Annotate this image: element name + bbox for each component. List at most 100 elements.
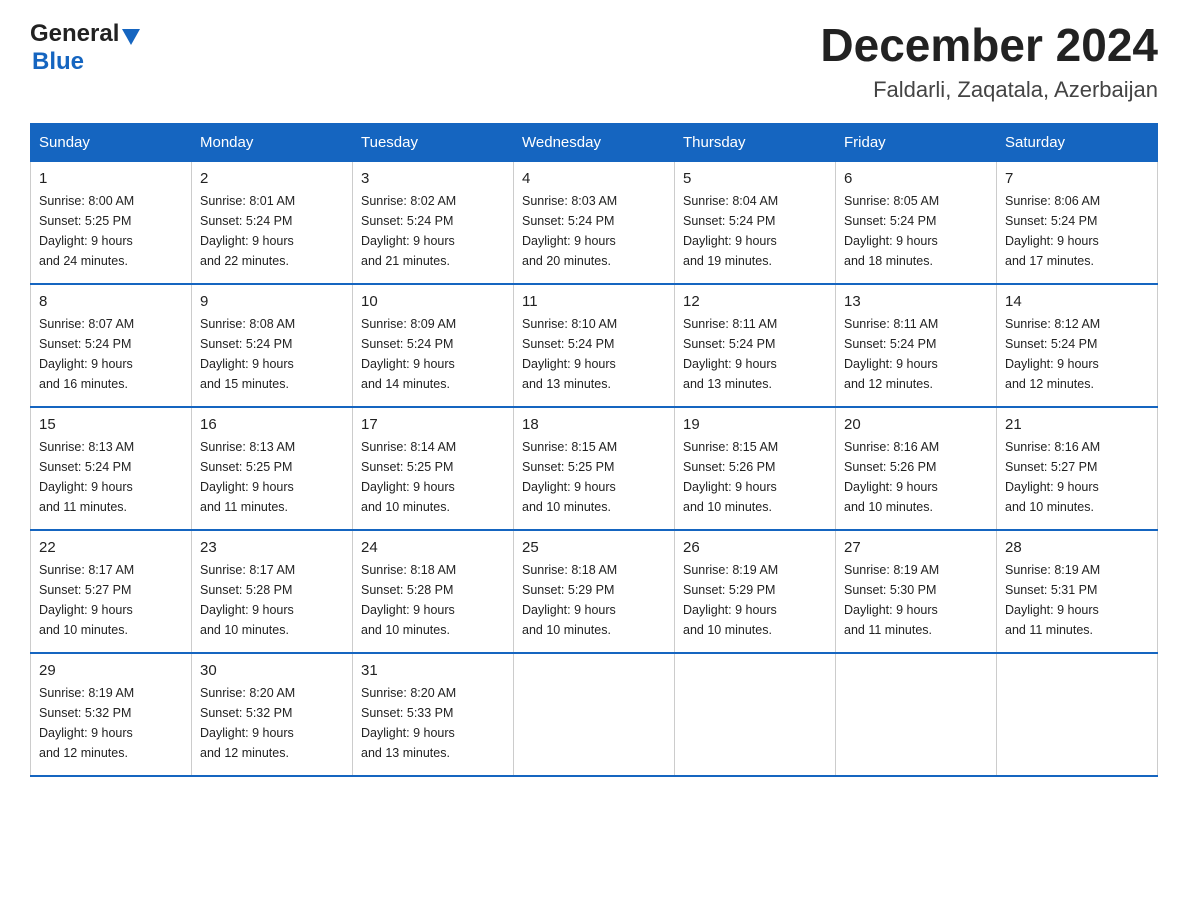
day-info: Sunrise: 8:02 AMSunset: 5:24 PMDaylight:… <box>361 194 456 268</box>
day-info: Sunrise: 8:19 AMSunset: 5:32 PMDaylight:… <box>39 686 134 760</box>
day-info: Sunrise: 8:16 AMSunset: 5:27 PMDaylight:… <box>1005 440 1100 514</box>
calendar-cell: 4 Sunrise: 8:03 AMSunset: 5:24 PMDayligh… <box>514 161 675 284</box>
calendar-cell: 9 Sunrise: 8:08 AMSunset: 5:24 PMDayligh… <box>192 284 353 407</box>
day-info: Sunrise: 8:19 AMSunset: 5:30 PMDaylight:… <box>844 563 939 637</box>
calendar-cell: 7 Sunrise: 8:06 AMSunset: 5:24 PMDayligh… <box>997 161 1158 284</box>
day-info: Sunrise: 8:07 AMSunset: 5:24 PMDaylight:… <box>39 317 134 391</box>
calendar-cell: 10 Sunrise: 8:09 AMSunset: 5:24 PMDaylig… <box>353 284 514 407</box>
calendar-cell: 25 Sunrise: 8:18 AMSunset: 5:29 PMDaylig… <box>514 530 675 653</box>
header-saturday: Saturday <box>997 123 1158 161</box>
header-sunday: Sunday <box>31 123 192 161</box>
calendar-cell: 28 Sunrise: 8:19 AMSunset: 5:31 PMDaylig… <box>997 530 1158 653</box>
calendar-cell <box>514 653 675 776</box>
day-number: 22 <box>39 539 183 556</box>
day-number: 16 <box>200 416 344 433</box>
calendar-week-row: 29 Sunrise: 8:19 AMSunset: 5:32 PMDaylig… <box>31 653 1158 776</box>
calendar-cell: 11 Sunrise: 8:10 AMSunset: 5:24 PMDaylig… <box>514 284 675 407</box>
day-number: 27 <box>844 539 988 556</box>
day-info: Sunrise: 8:14 AMSunset: 5:25 PMDaylight:… <box>361 440 456 514</box>
day-number: 28 <box>1005 539 1149 556</box>
day-number: 7 <box>1005 170 1149 187</box>
header-tuesday: Tuesday <box>353 123 514 161</box>
day-number: 2 <box>200 170 344 187</box>
day-number: 26 <box>683 539 827 556</box>
calendar-cell <box>675 653 836 776</box>
calendar-cell: 15 Sunrise: 8:13 AMSunset: 5:24 PMDaylig… <box>31 407 192 530</box>
day-number: 8 <box>39 293 183 310</box>
calendar-cell: 5 Sunrise: 8:04 AMSunset: 5:24 PMDayligh… <box>675 161 836 284</box>
day-info: Sunrise: 8:13 AMSunset: 5:25 PMDaylight:… <box>200 440 295 514</box>
calendar-cell: 29 Sunrise: 8:19 AMSunset: 5:32 PMDaylig… <box>31 653 192 776</box>
day-info: Sunrise: 8:00 AMSunset: 5:25 PMDaylight:… <box>39 194 134 268</box>
day-info: Sunrise: 8:08 AMSunset: 5:24 PMDaylight:… <box>200 317 295 391</box>
day-info: Sunrise: 8:17 AMSunset: 5:27 PMDaylight:… <box>39 563 134 637</box>
day-number: 21 <box>1005 416 1149 433</box>
calendar-header-row: SundayMondayTuesdayWednesdayThursdayFrid… <box>31 123 1158 161</box>
calendar-cell: 1 Sunrise: 8:00 AMSunset: 5:25 PMDayligh… <box>31 161 192 284</box>
day-info: Sunrise: 8:15 AMSunset: 5:25 PMDaylight:… <box>522 440 617 514</box>
calendar-week-row: 8 Sunrise: 8:07 AMSunset: 5:24 PMDayligh… <box>31 284 1158 407</box>
calendar-cell <box>997 653 1158 776</box>
day-info: Sunrise: 8:09 AMSunset: 5:24 PMDaylight:… <box>361 317 456 391</box>
day-number: 6 <box>844 170 988 187</box>
calendar-cell: 22 Sunrise: 8:17 AMSunset: 5:27 PMDaylig… <box>31 530 192 653</box>
calendar-cell: 16 Sunrise: 8:13 AMSunset: 5:25 PMDaylig… <box>192 407 353 530</box>
calendar-title-area: December 2024 Faldarli, Zaqatala, Azerba… <box>820 20 1158 103</box>
day-info: Sunrise: 8:16 AMSunset: 5:26 PMDaylight:… <box>844 440 939 514</box>
calendar-title: December 2024 <box>820 20 1158 71</box>
logo-triangle-icon <box>122 29 140 45</box>
calendar-cell: 8 Sunrise: 8:07 AMSunset: 5:24 PMDayligh… <box>31 284 192 407</box>
header-wednesday: Wednesday <box>514 123 675 161</box>
day-info: Sunrise: 8:05 AMSunset: 5:24 PMDaylight:… <box>844 194 939 268</box>
calendar-cell: 13 Sunrise: 8:11 AMSunset: 5:24 PMDaylig… <box>836 284 997 407</box>
day-number: 10 <box>361 293 505 310</box>
day-number: 23 <box>200 539 344 556</box>
calendar-cell: 20 Sunrise: 8:16 AMSunset: 5:26 PMDaylig… <box>836 407 997 530</box>
day-info: Sunrise: 8:20 AMSunset: 5:32 PMDaylight:… <box>200 686 295 760</box>
calendar-cell: 6 Sunrise: 8:05 AMSunset: 5:24 PMDayligh… <box>836 161 997 284</box>
day-info: Sunrise: 8:04 AMSunset: 5:24 PMDaylight:… <box>683 194 778 268</box>
day-number: 25 <box>522 539 666 556</box>
day-info: Sunrise: 8:18 AMSunset: 5:29 PMDaylight:… <box>522 563 617 637</box>
calendar-cell: 19 Sunrise: 8:15 AMSunset: 5:26 PMDaylig… <box>675 407 836 530</box>
day-number: 1 <box>39 170 183 187</box>
day-number: 24 <box>361 539 505 556</box>
calendar-cell: 2 Sunrise: 8:01 AMSunset: 5:24 PMDayligh… <box>192 161 353 284</box>
day-number: 29 <box>39 662 183 679</box>
day-number: 14 <box>1005 293 1149 310</box>
day-number: 12 <box>683 293 827 310</box>
day-number: 4 <box>522 170 666 187</box>
day-number: 11 <box>522 293 666 310</box>
header-monday: Monday <box>192 123 353 161</box>
day-info: Sunrise: 8:20 AMSunset: 5:33 PMDaylight:… <box>361 686 456 760</box>
calendar-week-row: 1 Sunrise: 8:00 AMSunset: 5:25 PMDayligh… <box>31 161 1158 284</box>
day-number: 18 <box>522 416 666 433</box>
day-info: Sunrise: 8:01 AMSunset: 5:24 PMDaylight:… <box>200 194 295 268</box>
calendar-table: SundayMondayTuesdayWednesdayThursdayFrid… <box>30 123 1158 777</box>
calendar-week-row: 22 Sunrise: 8:17 AMSunset: 5:27 PMDaylig… <box>31 530 1158 653</box>
day-info: Sunrise: 8:10 AMSunset: 5:24 PMDaylight:… <box>522 317 617 391</box>
day-info: Sunrise: 8:15 AMSunset: 5:26 PMDaylight:… <box>683 440 778 514</box>
day-number: 5 <box>683 170 827 187</box>
day-info: Sunrise: 8:12 AMSunset: 5:24 PMDaylight:… <box>1005 317 1100 391</box>
logo-blue-text: Blue <box>32 48 84 75</box>
day-info: Sunrise: 8:19 AMSunset: 5:31 PMDaylight:… <box>1005 563 1100 637</box>
header-friday: Friday <box>836 123 997 161</box>
day-number: 19 <box>683 416 827 433</box>
day-info: Sunrise: 8:17 AMSunset: 5:28 PMDaylight:… <box>200 563 295 637</box>
calendar-cell: 14 Sunrise: 8:12 AMSunset: 5:24 PMDaylig… <box>997 284 1158 407</box>
calendar-cell: 31 Sunrise: 8:20 AMSunset: 5:33 PMDaylig… <box>353 653 514 776</box>
day-number: 13 <box>844 293 988 310</box>
calendar-cell: 24 Sunrise: 8:18 AMSunset: 5:28 PMDaylig… <box>353 530 514 653</box>
calendar-cell: 23 Sunrise: 8:17 AMSunset: 5:28 PMDaylig… <box>192 530 353 653</box>
logo-general-text: General <box>30 20 119 48</box>
day-info: Sunrise: 8:13 AMSunset: 5:24 PMDaylight:… <box>39 440 134 514</box>
calendar-cell: 12 Sunrise: 8:11 AMSunset: 5:24 PMDaylig… <box>675 284 836 407</box>
day-number: 9 <box>200 293 344 310</box>
day-info: Sunrise: 8:06 AMSunset: 5:24 PMDaylight:… <box>1005 194 1100 268</box>
calendar-cell: 17 Sunrise: 8:14 AMSunset: 5:25 PMDaylig… <box>353 407 514 530</box>
day-number: 31 <box>361 662 505 679</box>
day-number: 3 <box>361 170 505 187</box>
page-header: General Blue December 2024 Faldarli, Zaq… <box>30 20 1158 103</box>
day-info: Sunrise: 8:19 AMSunset: 5:29 PMDaylight:… <box>683 563 778 637</box>
